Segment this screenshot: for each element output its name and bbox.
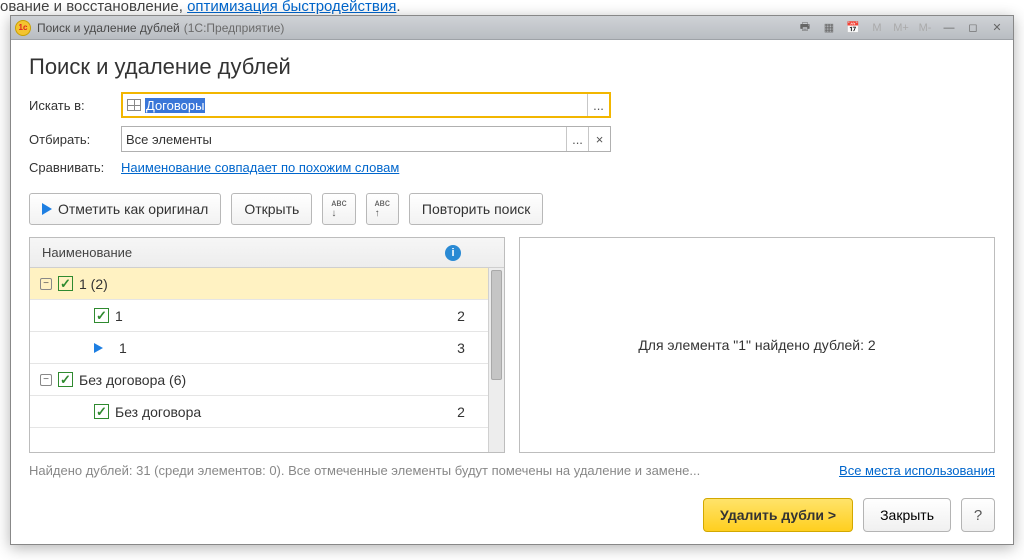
original-marker-icon xyxy=(94,343,103,353)
label-compare: Сравнивать: xyxy=(29,160,121,175)
row-label: 1 xyxy=(115,308,123,324)
window-title: Поиск и удаление дублей xyxy=(37,21,180,35)
grid-body: − ✓ 1 (2) ✓ 1 2 xyxy=(30,268,504,452)
repeat-search-label: Повторить поиск xyxy=(422,201,531,217)
footer: Удалить дубли > Закрыть ? xyxy=(29,478,995,532)
toolbar: Отметить как оригинал Открыть ᴀʙc↓ ᴀʙc↑ … xyxy=(29,193,995,225)
duplicates-grid: Наименование i − ✓ 1 (2) xyxy=(29,237,505,453)
checkbox-icon[interactable]: ✓ xyxy=(58,372,73,387)
row-filter: Отбирать: Все элементы ... × xyxy=(29,126,995,152)
checkbox-icon[interactable]: ✓ xyxy=(94,308,109,323)
maximize-icon[interactable]: ◻ xyxy=(963,19,983,37)
info-icon: i xyxy=(445,245,461,261)
row-label: 1 (2) xyxy=(79,276,108,292)
compare-link[interactable]: Наименование совпадает по похожим словам xyxy=(121,160,399,175)
abc-up-icon: ᴀʙc↑ xyxy=(375,199,390,219)
m-minus-icon[interactable]: M- xyxy=(915,19,935,37)
row-compare: Сравнивать: Наименование совпадает по по… xyxy=(29,160,995,175)
repeat-search-button[interactable]: Повторить поиск xyxy=(409,193,544,225)
mark-original-label: Отметить как оригинал xyxy=(58,201,208,217)
modal-window: 1c Поиск и удаление дублей (1С:Предприят… xyxy=(10,15,1014,545)
arrow-right-icon xyxy=(42,203,52,215)
catalog-icon xyxy=(127,99,141,111)
input-search-in[interactable]: Договоры ... xyxy=(121,92,611,118)
app-logo-icon: 1c xyxy=(15,20,31,36)
delete-duplicates-button[interactable]: Удалить дубли > xyxy=(703,498,853,532)
bg-link[interactable]: оптимизация быстродействия xyxy=(187,0,396,15)
page-title: Поиск и удаление дублей xyxy=(29,54,995,80)
all-usages-link[interactable]: Все места использования xyxy=(839,463,995,478)
col-name-header[interactable]: Наименование xyxy=(30,245,418,260)
grid-header: Наименование i xyxy=(30,238,504,268)
split-area: Наименование i − ✓ 1 (2) xyxy=(29,237,995,453)
table-row[interactable]: − ✓ Без договора (6) xyxy=(30,364,504,396)
table-row[interactable]: ✓ 1 2 xyxy=(30,300,504,332)
m-icon[interactable]: M xyxy=(867,19,887,37)
col-info-header[interactable]: i xyxy=(418,245,488,261)
filter-choose-button[interactable]: ... xyxy=(566,127,588,151)
input-filter-value: Все элементы xyxy=(126,132,212,147)
row-label: Без договора (6) xyxy=(79,372,186,388)
abc-down-icon: ᴀʙc↓ xyxy=(331,199,346,219)
label-filter: Отбирать: xyxy=(29,132,121,147)
row-label: 1 xyxy=(119,340,127,356)
search-in-choose-button[interactable]: ... xyxy=(587,94,609,116)
table-row[interactable]: ✓ Без договора 2 xyxy=(30,396,504,428)
minimize-icon[interactable]: — xyxy=(939,19,959,37)
open-label: Открыть xyxy=(244,201,299,217)
status-text: Найдено дублей: 31 (среди элементов: 0).… xyxy=(29,463,700,478)
close-icon[interactable]: ✕ xyxy=(987,19,1007,37)
row-search-in: Искать в: Договоры ... xyxy=(29,92,995,118)
mark-original-button[interactable]: Отметить как оригинал xyxy=(29,193,221,225)
close-button[interactable]: Закрыть xyxy=(863,498,951,532)
print-icon[interactable]: 🖶 xyxy=(795,19,815,37)
collapse-icon[interactable]: − xyxy=(40,278,52,290)
scrollbar-thumb[interactable] xyxy=(491,270,502,380)
m-plus-icon[interactable]: M+ xyxy=(891,19,911,37)
details-panel: Для элемента "1" найдено дублей: 2 xyxy=(519,237,995,453)
background-text: ование и восстановление, оптимизация быс… xyxy=(0,0,401,15)
collapse-icon[interactable]: − xyxy=(40,374,52,386)
calendar-icon[interactable]: 📅 xyxy=(843,19,863,37)
help-button[interactable]: ? xyxy=(961,498,995,532)
content: Поиск и удаление дублей Искать в: Догово… xyxy=(11,40,1013,544)
table-row[interactable]: 1 3 xyxy=(30,332,504,364)
input-filter[interactable]: Все элементы ... × xyxy=(121,126,611,152)
scrollbar[interactable] xyxy=(488,268,504,452)
abc-down-button[interactable]: ᴀʙc↓ xyxy=(322,193,355,225)
status-row: Найдено дублей: 31 (среди элементов: 0).… xyxy=(29,463,995,478)
calc-icon[interactable]: ▦ xyxy=(819,19,839,37)
titlebar: 1c Поиск и удаление дублей (1С:Предприят… xyxy=(11,16,1013,40)
input-search-in-value: Договоры xyxy=(145,98,205,113)
label-search-in: Искать в: xyxy=(29,98,121,113)
abc-up-button[interactable]: ᴀʙc↑ xyxy=(366,193,399,225)
details-text: Для элемента "1" найдено дублей: 2 xyxy=(638,337,875,353)
table-row[interactable]: − ✓ 1 (2) xyxy=(30,268,504,300)
open-button[interactable]: Открыть xyxy=(231,193,312,225)
checkbox-icon[interactable]: ✓ xyxy=(58,276,73,291)
filter-clear-button[interactable]: × xyxy=(588,127,610,151)
window-subtitle: (1С:Предприятие) xyxy=(184,21,285,35)
row-label: Без договора xyxy=(115,404,201,420)
checkbox-icon[interactable]: ✓ xyxy=(94,404,109,419)
